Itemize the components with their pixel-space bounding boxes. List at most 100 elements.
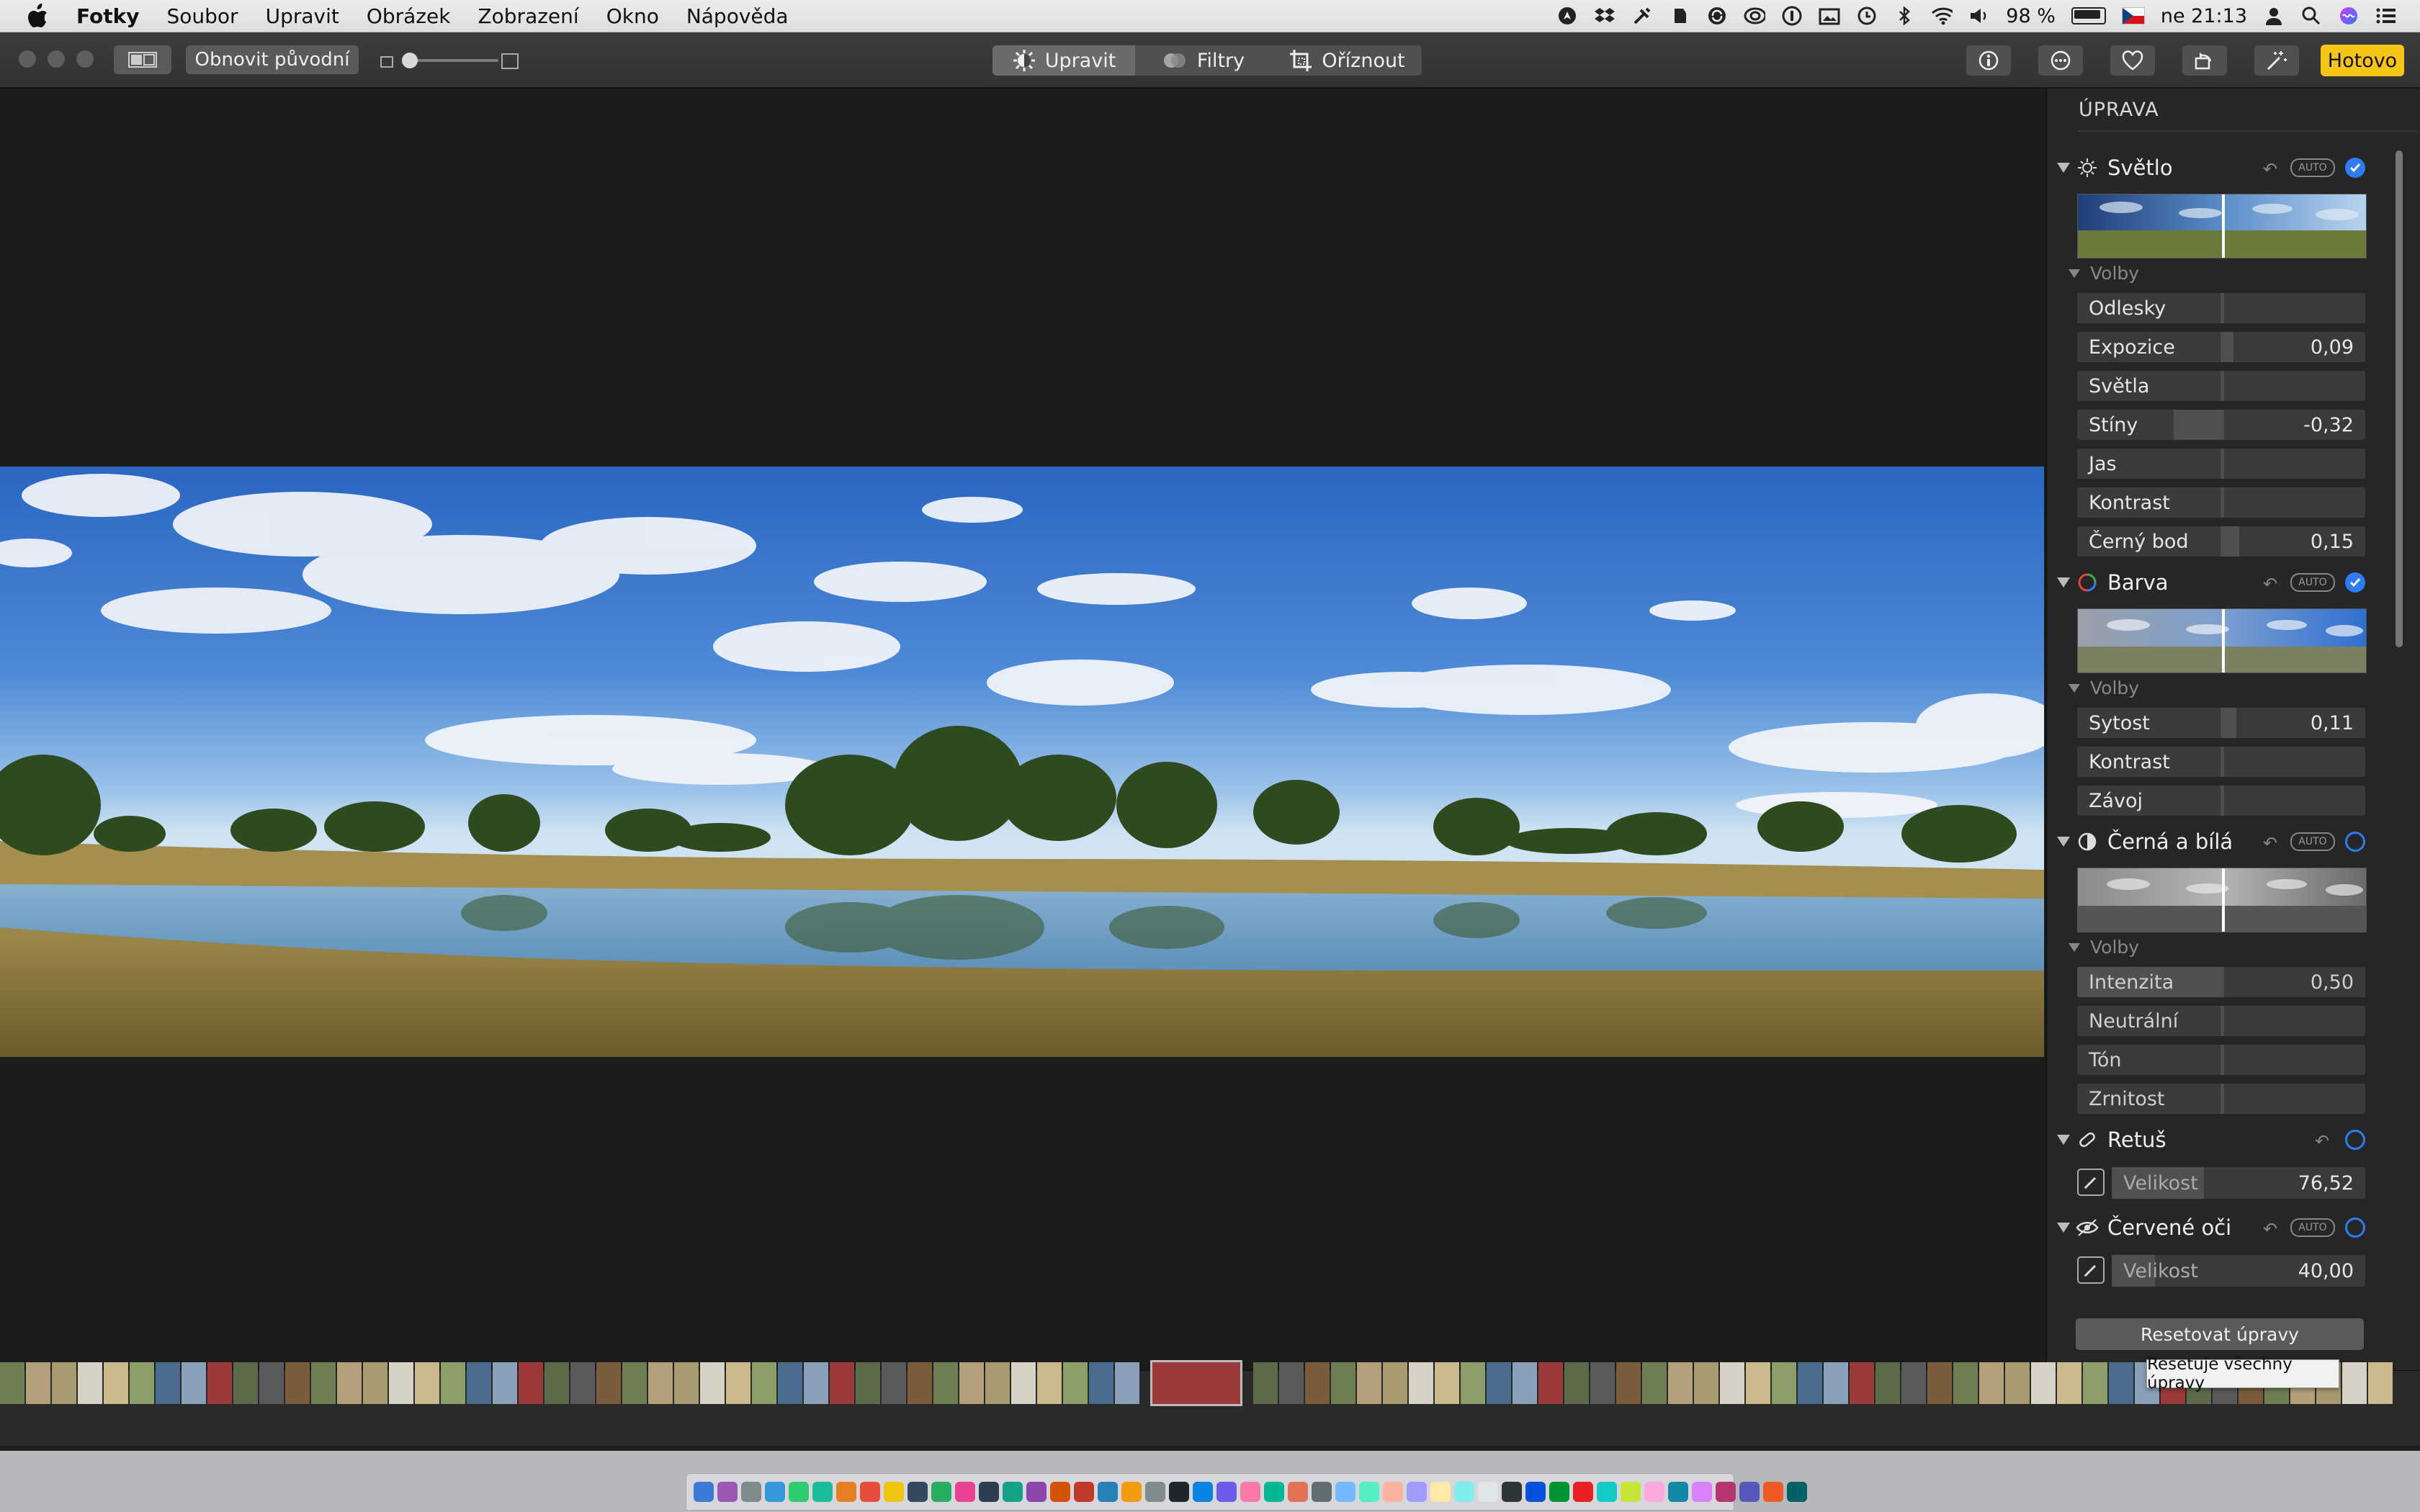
- undo-icon[interactable]: ↶: [2315, 1131, 2332, 1151]
- filmstrip-thumbnail[interactable]: [804, 1362, 828, 1404]
- dock-app-icon[interactable]: [860, 1482, 880, 1502]
- dock-app-icon[interactable]: [931, 1482, 951, 1502]
- filmstrip-thumbnail[interactable]: [1305, 1362, 1330, 1404]
- dock-app-icon[interactable]: [812, 1482, 833, 1502]
- section-bw-header[interactable]: Černá a bílá ↶ AUTO: [2047, 826, 2407, 858]
- dock-app-icon[interactable]: [1454, 1482, 1474, 1502]
- light-slider-1[interactable]: Expozice 0,09: [2077, 332, 2365, 362]
- auto-enhance-button[interactable]: [2254, 45, 2299, 76]
- light-enabled-check[interactable]: [2345, 158, 2365, 178]
- wifi-icon[interactable]: [1931, 5, 1953, 27]
- filmstrip-thumbnail[interactable]: [985, 1362, 1010, 1404]
- bw-enabled-check[interactable]: [2345, 832, 2365, 852]
- menu-obrazek[interactable]: Obrázek: [367, 4, 451, 28]
- filmstrip-thumbnail[interactable]: [1668, 1362, 1693, 1404]
- bw-options-toggle[interactable]: Volby: [2069, 937, 2139, 958]
- volume-icon[interactable]: [1968, 5, 1990, 27]
- filmstrip-thumbnail[interactable]: [1694, 1362, 1718, 1404]
- dock-app-icon[interactable]: [1407, 1482, 1427, 1502]
- filmstrip-thumbnail[interactable]: [1590, 1362, 1615, 1404]
- dock-app-icon[interactable]: [1003, 1482, 1023, 1502]
- dock-app-icon[interactable]: [1597, 1482, 1617, 1502]
- filmstrip-thumbnail[interactable]: [1824, 1362, 1848, 1404]
- dock-app-icon[interactable]: [1787, 1482, 1807, 1502]
- undo-icon[interactable]: ↶: [2263, 159, 2280, 179]
- color-enabled-check[interactable]: [2345, 572, 2365, 593]
- filmstrip-thumbnail[interactable]: [1011, 1362, 1036, 1404]
- bw-slider-3[interactable]: Zrnitost: [2077, 1084, 2365, 1114]
- filmstrip-thumbnail[interactable]: [933, 1362, 958, 1404]
- filmstrip-thumbnail[interactable]: [1772, 1362, 1796, 1404]
- filmstrip-thumbnail[interactable]: [2083, 1362, 2107, 1404]
- filmstrip-thumbnail[interactable]: [700, 1362, 725, 1404]
- redeye-size-slider[interactable]: Velikost 40,00: [2112, 1255, 2365, 1287]
- light-slider-3[interactable]: Stíny -0,32: [2077, 410, 2365, 440]
- dock-app-icon[interactable]: [1193, 1482, 1213, 1502]
- bw-slider-1[interactable]: Neutrální: [2077, 1006, 2365, 1036]
- filmstrip-thumbnail[interactable]: [337, 1362, 362, 1404]
- filmstrip-thumbnail[interactable]: [1512, 1362, 1537, 1404]
- dock-app-icon[interactable]: [1668, 1482, 1688, 1502]
- filmstrip-thumbnail[interactable]: [752, 1362, 776, 1404]
- filmstrip-thumbnail[interactable]: [519, 1362, 543, 1404]
- rotate-button[interactable]: [2182, 45, 2227, 76]
- bw-slider-2[interactable]: Tón: [2077, 1045, 2365, 1075]
- dock-app-icon[interactable]: [789, 1482, 809, 1502]
- filmstrip-thumbnail[interactable]: [1564, 1362, 1589, 1404]
- apple-menu-icon[interactable]: [26, 4, 50, 28]
- password-icon[interactable]: [1781, 5, 1803, 27]
- dock-app-icon[interactable]: [884, 1482, 904, 1502]
- filmstrip-thumbnail[interactable]: [1331, 1362, 1355, 1404]
- filmstrip-thumbnail-selected[interactable]: [1150, 1360, 1242, 1406]
- filmstrip-thumbnail[interactable]: [207, 1362, 232, 1404]
- disclosure-triangle-icon[interactable]: [2057, 163, 2070, 173]
- filmstrip-thumbnail[interactable]: [778, 1362, 802, 1404]
- filmstrip-thumbnail[interactable]: [1538, 1362, 1563, 1404]
- dock-app-icon[interactable]: [1621, 1482, 1641, 1502]
- light-slider-4[interactable]: Jas: [2077, 449, 2365, 479]
- filmstrip-thumbnail[interactable]: [389, 1362, 413, 1404]
- light-slider-6[interactable]: Černý bod 0,15: [2077, 526, 2365, 557]
- dock-app-icon[interactable]: [1383, 1482, 1403, 1502]
- filmstrip-thumbnail[interactable]: [648, 1362, 673, 1404]
- filmstrip-thumbnail[interactable]: [156, 1362, 180, 1404]
- filmstrip-thumbnail[interactable]: [52, 1362, 76, 1404]
- light-slider-0[interactable]: Odlesky: [2077, 293, 2365, 323]
- brush-icon[interactable]: [2077, 1169, 2105, 1196]
- menubar-clock[interactable]: ne 21:13: [2161, 5, 2247, 27]
- filmstrip-thumbnail[interactable]: [1357, 1362, 1381, 1404]
- filmstrip-thumbnail[interactable]: [259, 1362, 284, 1404]
- menu-zobrazeni[interactable]: Zobrazení: [478, 4, 578, 28]
- disclosure-triangle-icon[interactable]: [2057, 577, 2070, 588]
- disclosure-triangle-icon[interactable]: [2057, 1223, 2070, 1233]
- filmstrip-thumbnail[interactable]: [1253, 1362, 1278, 1404]
- dock-app-icon[interactable]: [1478, 1482, 1498, 1502]
- auto-button[interactable]: AUTO: [2290, 573, 2335, 592]
- dock-app-icon[interactable]: [1026, 1482, 1047, 1502]
- preview-position-marker[interactable]: [2222, 609, 2225, 672]
- filmstrip-thumbnail[interactable]: [1901, 1362, 1926, 1404]
- light-preview-strip[interactable]: [2077, 194, 2367, 258]
- color-preview-strip[interactable]: [2077, 608, 2367, 673]
- retouch-size-slider[interactable]: Velikost 76,52: [2112, 1167, 2365, 1199]
- info-button[interactable]: [1966, 45, 2011, 76]
- dropbox-icon[interactable]: [1594, 5, 1615, 27]
- color-slider-2[interactable]: Závoj: [2077, 786, 2365, 816]
- siri-icon[interactable]: [2338, 5, 2360, 27]
- more-button[interactable]: [2038, 45, 2083, 76]
- filmstrip-thumbnail[interactable]: [363, 1362, 387, 1404]
- filmstrip-thumbnail[interactable]: [726, 1362, 750, 1404]
- dock-app-icon[interactable]: [955, 1482, 975, 1502]
- menu-okno[interactable]: Okno: [606, 4, 659, 28]
- dock-app-icon[interactable]: [1692, 1482, 1712, 1502]
- retouch-enabled-check[interactable]: [2345, 1130, 2365, 1150]
- filmstrip-thumbnail[interactable]: [311, 1362, 336, 1404]
- dock-app-icon[interactable]: [908, 1482, 928, 1502]
- filmstrip-thumbnail[interactable]: [1798, 1362, 1822, 1404]
- bw-preview-strip[interactable]: [2077, 868, 2367, 932]
- filmstrip-thumbnail[interactable]: [285, 1362, 310, 1404]
- auto-button[interactable]: AUTO: [2290, 158, 2335, 177]
- filmstrip-thumbnail[interactable]: [1746, 1362, 1770, 1404]
- time-machine-icon[interactable]: [1856, 5, 1878, 27]
- redeye-enabled-check[interactable]: [2345, 1218, 2365, 1238]
